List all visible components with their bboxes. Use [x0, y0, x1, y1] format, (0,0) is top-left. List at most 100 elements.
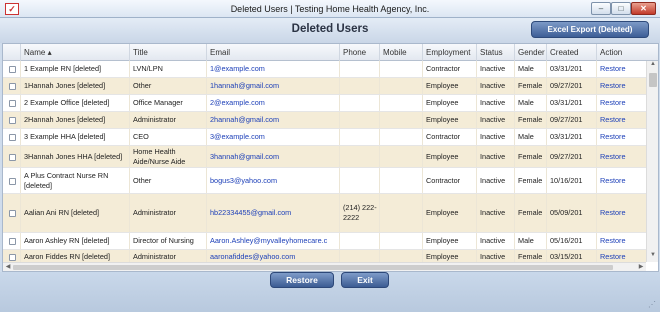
row-select-checkbox[interactable]: [9, 100, 16, 107]
cell-email[interactable]: hb22334455@gmail.com: [206, 194, 339, 232]
cell-created: 03/31/201: [546, 61, 596, 77]
table-row[interactable]: 1 Example RN [deleted] LVN/LPN 1@example.c…: [3, 61, 646, 78]
cell-mobile: [379, 194, 422, 232]
column-header-employment[interactable]: Employment: [422, 44, 476, 61]
cell-email[interactable]: 3@example.com: [206, 129, 339, 145]
table-row[interactable]: Aaron Ashley RN [deleted] Director of Nur…: [3, 233, 646, 250]
cell-mobile: [379, 61, 422, 77]
cell-created: 05/16/201: [546, 233, 596, 249]
minimize-button[interactable]: –: [591, 2, 611, 15]
cell-status: Inactive: [476, 78, 514, 94]
row-select-checkbox[interactable]: [9, 177, 16, 185]
row-select-checkbox[interactable]: [9, 66, 16, 73]
cell-status: Inactive: [476, 95, 514, 111]
cell-mobile: [379, 233, 422, 249]
scroll-down-icon[interactable]: ▼: [647, 252, 658, 262]
restore-link[interactable]: Restore: [596, 129, 646, 145]
cell-phone: [339, 233, 379, 249]
row-select-checkbox[interactable]: [9, 153, 16, 161]
table-row[interactable]: 3 Example HHA [deleted] CEO 3@example.com C…: [3, 129, 646, 146]
restore-link[interactable]: Restore: [596, 95, 646, 111]
cell-email[interactable]: bogus3@yahoo.com: [206, 168, 339, 193]
column-header-created[interactable]: Created: [546, 44, 596, 61]
cell-phone: [339, 146, 379, 167]
cell-email[interactable]: 2hannah@gmail.com: [206, 112, 339, 128]
row-select-checkbox[interactable]: [9, 117, 16, 124]
maximize-button[interactable]: □: [611, 2, 631, 15]
table-row[interactable]: A Plus Contract Nurse RN [deleted] Other b…: [3, 168, 646, 194]
cell-email[interactable]: aaronafiddes@yahoo.com: [206, 250, 339, 262]
cell-gender: Female: [514, 250, 546, 262]
table-row[interactable]: 2Hannah Jones [deleted] Administrator 2han…: [3, 112, 646, 129]
cell-phone: [339, 129, 379, 145]
table-row[interactable]: Aalian Ani RN [deleted] Administrator hb22…: [3, 194, 646, 233]
cell-gender: Female: [514, 112, 546, 128]
column-header-status[interactable]: Status: [476, 44, 514, 61]
window-titlebar: ✓ Deleted Users | Testing Home Health Ag…: [0, 0, 660, 18]
vertical-scroll-thumb[interactable]: [649, 73, 657, 87]
cell-title: LVN/LPN: [129, 61, 206, 77]
table-row[interactable]: 1Hannah Jones [deleted] Other 1hannah@gmai…: [3, 78, 646, 95]
cell-created: 03/31/201: [546, 95, 596, 111]
column-header-mobile[interactable]: Mobile: [379, 44, 422, 61]
restore-link[interactable]: Restore: [596, 168, 646, 193]
row-select-checkbox[interactable]: [9, 134, 16, 141]
horizontal-scrollbar[interactable]: ◀ ▶: [3, 262, 646, 271]
resize-grip-icon[interactable]: ⋰: [648, 300, 658, 310]
cell-email[interactable]: 2@example.com: [206, 95, 339, 111]
table-row[interactable]: 3Hannah Jones HHA [deleted] Home Health A…: [3, 146, 646, 168]
cell-name: Aaron Fiddes RN [deleted]: [20, 250, 129, 262]
cell-created: 03/15/201: [546, 250, 596, 262]
table-row[interactable]: 2 Example Office [deleted] Office Manager…: [3, 95, 646, 112]
cell-gender: Female: [514, 78, 546, 94]
restore-button[interactable]: Restore: [270, 272, 334, 288]
column-header-name[interactable]: Name ▴: [20, 44, 129, 61]
restore-link[interactable]: Restore: [596, 78, 646, 94]
window-title: Deleted Users | Testing Home Health Agen…: [230, 4, 430, 14]
row-select-checkbox[interactable]: [9, 210, 16, 217]
row-select-checkbox[interactable]: [9, 238, 16, 245]
excel-export-button[interactable]: Excel Export (Deleted): [531, 21, 649, 38]
row-select-checkbox[interactable]: [9, 253, 16, 261]
scroll-right-icon[interactable]: ▶: [636, 263, 646, 271]
cell-title: Administrator: [129, 250, 206, 262]
cell-employment: Employee: [422, 95, 476, 111]
cell-email[interactable]: Aaron.Ashley@myvalleyhomecare.c: [206, 233, 339, 249]
restore-link[interactable]: Restore: [596, 250, 646, 262]
restore-link[interactable]: Restore: [596, 146, 646, 167]
table-row[interactable]: Aaron Fiddes RN [deleted] Administrator aa…: [3, 250, 646, 262]
exit-button[interactable]: Exit: [341, 272, 389, 288]
cell-employment: Employee: [422, 233, 476, 249]
cell-email[interactable]: 3hannah@gmail.com: [206, 146, 339, 167]
cell-phone: [339, 250, 379, 262]
cell-gender: Male: [514, 61, 546, 77]
cell-email[interactable]: 1@example.com: [206, 61, 339, 77]
close-button[interactable]: ✕: [631, 2, 656, 15]
column-header-phone[interactable]: Phone: [339, 44, 379, 61]
cell-employment: Contractor: [422, 168, 476, 193]
column-header-email[interactable]: Email: [206, 44, 339, 61]
cell-name: 3 Example HHA [deleted]: [20, 129, 129, 145]
horizontal-scroll-thumb[interactable]: [13, 265, 613, 270]
cell-gender: Male: [514, 95, 546, 111]
column-header-action[interactable]: Action: [596, 44, 646, 61]
scroll-left-icon[interactable]: ◀: [3, 263, 13, 271]
row-select-checkbox[interactable]: [9, 83, 16, 90]
column-header-gender[interactable]: Gender: [514, 44, 546, 61]
scroll-up-icon[interactable]: ▲: [647, 61, 658, 71]
cell-gender: Female: [514, 168, 546, 193]
restore-link[interactable]: Restore: [596, 233, 646, 249]
vertical-scrollbar[interactable]: ▲ ▼: [646, 61, 658, 262]
column-header-title[interactable]: Title: [129, 44, 206, 61]
cell-mobile: [379, 168, 422, 193]
cell-email[interactable]: 1hannah@gmail.com: [206, 78, 339, 94]
cell-employment: Employee: [422, 146, 476, 167]
cell-title: Administrator: [129, 112, 206, 128]
restore-link[interactable]: Restore: [596, 112, 646, 128]
restore-link[interactable]: Restore: [596, 61, 646, 77]
cell-employment: Employee: [422, 250, 476, 262]
cell-gender: Female: [514, 194, 546, 232]
cell-created: 10/16/201: [546, 168, 596, 193]
restore-link[interactable]: Restore: [596, 194, 646, 232]
cell-mobile: [379, 250, 422, 262]
